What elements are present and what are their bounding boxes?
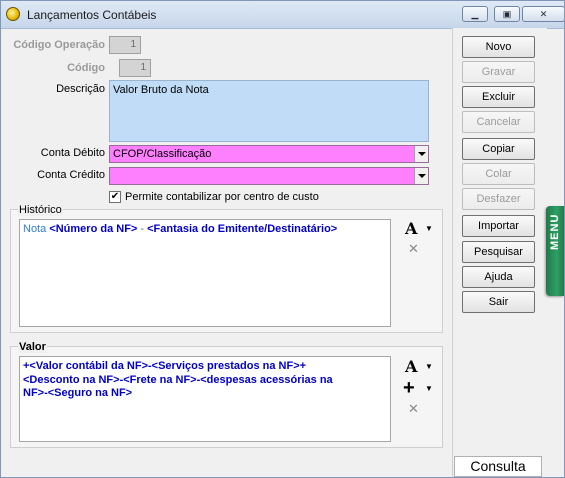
main-window: Lançamentos Contábeis ▁ ▣ ✕ Código Opera… xyxy=(0,0,565,478)
font-icon[interactable]: A xyxy=(405,357,417,376)
importar-button[interactable]: Importar xyxy=(462,215,535,237)
chevron-down-icon[interactable] xyxy=(414,146,428,162)
codigo-operacao-field: 1 xyxy=(109,36,141,54)
window-title: Lançamentos Contábeis xyxy=(27,8,157,22)
caret-down-icon[interactable]: ▼ xyxy=(425,362,433,371)
conta-debito-select[interactable]: CFOP/Classificação xyxy=(109,145,429,163)
valor-title: Valor xyxy=(18,341,47,353)
plus-icon[interactable]: + xyxy=(403,378,415,398)
historico-text: Nota xyxy=(23,223,47,235)
historico-textarea[interactable]: Nota <Número da NF> - <Fantasia do Emite… xyxy=(19,219,391,327)
historico-title: Histórico xyxy=(18,204,63,216)
menu-tab-label: MENU xyxy=(549,213,561,250)
colar-button[interactable]: Colar xyxy=(462,163,535,185)
centro-custo-label: Permite contabilizar por centro de custo xyxy=(125,191,319,203)
clear-icon[interactable]: ✕ xyxy=(408,241,419,257)
conta-credito-label: Conta Crédito xyxy=(37,169,105,181)
status-mode: Consulta xyxy=(454,456,542,477)
codigo-field: 1 xyxy=(119,59,151,77)
descricao-field[interactable]: Valor Bruto da Nota xyxy=(109,80,429,142)
gravar-button[interactable]: Gravar xyxy=(462,61,535,83)
caret-down-icon[interactable]: ▼ xyxy=(425,224,433,233)
excluir-button[interactable]: Excluir xyxy=(462,86,535,108)
app-icon xyxy=(6,7,20,21)
maximize-button[interactable]: ▣ xyxy=(494,6,520,22)
conta-credito-select[interactable] xyxy=(109,167,429,185)
historico-token: <Número da NF> xyxy=(49,223,138,235)
historico-token: <Fantasia do Emitente/Destinatário> xyxy=(147,223,338,235)
clear-icon[interactable]: ✕ xyxy=(408,401,419,417)
caret-down-icon[interactable]: ▼ xyxy=(425,384,433,393)
valor-line: +<Valor contábil da NF>-<Serviços presta… xyxy=(23,360,307,372)
conta-debito-value: CFOP/Classificação xyxy=(113,148,212,160)
menu-tab[interactable]: MENU xyxy=(546,206,564,296)
chevron-down-icon[interactable] xyxy=(414,168,428,184)
close-button[interactable]: ✕ xyxy=(522,6,564,22)
cancelar-button[interactable]: Cancelar xyxy=(462,111,535,133)
historico-sep: - xyxy=(137,223,148,235)
conta-debito-label: Conta Débito xyxy=(40,147,105,159)
valor-line: <Desconto na NF>-<Frete na NF>-<despesas… xyxy=(23,373,333,386)
descricao-label: Descrição xyxy=(56,83,105,95)
ajuda-button[interactable]: Ajuda xyxy=(462,266,535,288)
codigo-operacao-label: Código Operação xyxy=(13,39,105,51)
minimize-button[interactable]: ▁ xyxy=(462,6,488,22)
font-icon[interactable]: A xyxy=(405,219,417,238)
pesquisar-button[interactable]: Pesquisar xyxy=(462,241,535,263)
centro-custo-checkbox[interactable]: ✔ xyxy=(109,191,121,203)
sair-button[interactable]: Sair xyxy=(462,291,535,313)
novo-button[interactable]: Novo xyxy=(462,36,535,58)
copiar-button[interactable]: Copiar xyxy=(462,138,535,160)
valor-textarea[interactable]: +<Valor contábil da NF>-<Serviços presta… xyxy=(19,356,391,442)
title-bar: Lançamentos Contábeis ▁ ▣ ✕ xyxy=(1,1,564,29)
codigo-label: Código xyxy=(67,62,105,74)
desfazer-button[interactable]: Desfazer xyxy=(462,188,535,210)
action-panel: Novo Gravar Excluir Cancelar Copiar Cola… xyxy=(452,28,547,477)
descricao-value: Valor Bruto da Nota xyxy=(113,84,209,96)
valor-line: NF>-<Seguro na NF> xyxy=(23,387,133,399)
